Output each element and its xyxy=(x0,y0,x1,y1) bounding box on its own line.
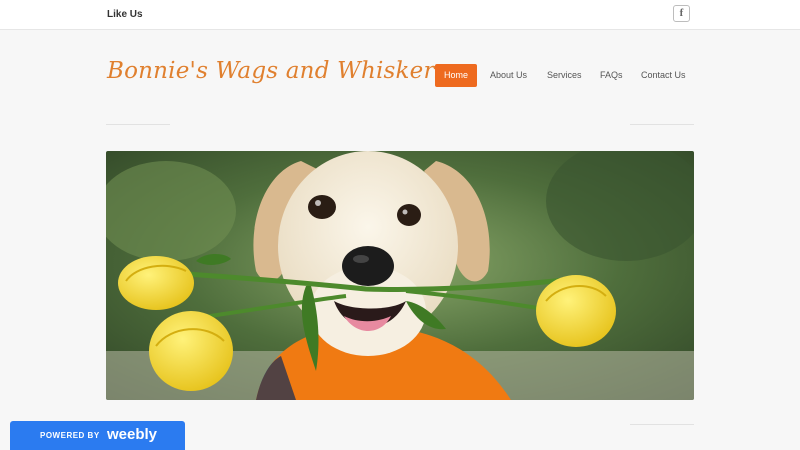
nav-item-faqs[interactable]: FAQs xyxy=(600,64,623,87)
divider-bottom-right xyxy=(630,424,694,425)
powered-by-weebly-badge[interactable]: POWERED BY weebly xyxy=(10,421,185,450)
nav-item-services[interactable]: Services xyxy=(547,64,582,87)
nav-item-about-us[interactable]: About Us xyxy=(490,64,527,87)
puppy-with-roses-image xyxy=(106,151,694,400)
hero-banner xyxy=(106,151,694,400)
divider-left xyxy=(106,124,170,125)
weebly-logo: weebly xyxy=(107,426,158,443)
top-bar: Like Us f xyxy=(0,0,800,30)
site-title[interactable]: Bonnie's Wags and Whiskers xyxy=(107,58,447,84)
nav-item-contact-us[interactable]: Contact Us xyxy=(641,64,686,87)
powered-by-label: POWERED BY xyxy=(40,431,100,440)
nav-item-home[interactable]: Home xyxy=(435,64,477,87)
facebook-button[interactable]: f xyxy=(673,5,690,22)
like-us-label: Like Us xyxy=(107,9,143,20)
divider-right xyxy=(630,124,694,125)
facebook-icon: f xyxy=(679,7,684,19)
